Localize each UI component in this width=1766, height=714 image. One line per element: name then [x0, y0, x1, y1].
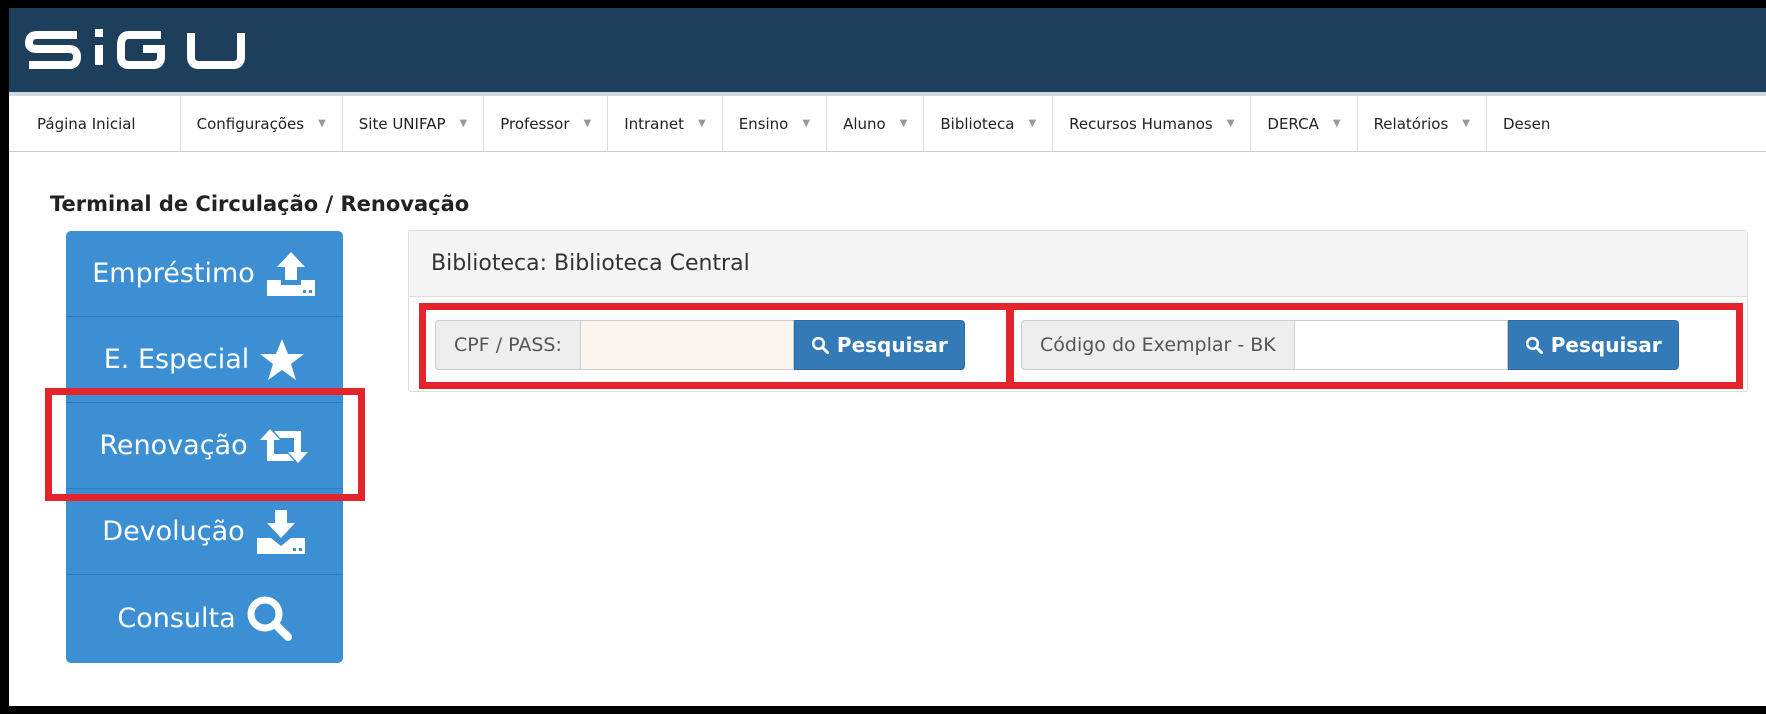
nav-label: Professor — [500, 114, 570, 133]
highlight-cpf-search — [419, 303, 1013, 389]
star-icon — [259, 338, 305, 382]
caret-down-icon: ▼ — [1028, 118, 1037, 129]
nav-label: Site UNIFAP — [358, 114, 446, 133]
caret-down-icon: ▼ — [802, 118, 811, 129]
nav-item-relatorios[interactable]: Relatórios ▼ — [1358, 96, 1487, 151]
side-item-label: E. Especial — [103, 344, 250, 375]
caret-down-icon: ▼ — [459, 118, 468, 129]
nav-item-intranet[interactable]: Intranet ▼ — [608, 96, 723, 151]
nav-item-derca[interactable]: DERCA ▼ — [1251, 96, 1358, 151]
nav-item-ensino[interactable]: Ensino ▼ — [723, 96, 828, 151]
search-icon — [246, 595, 292, 641]
nav-item-professor[interactable]: Professor ▼ — [484, 96, 609, 151]
sigu-logo[interactable] — [25, 25, 275, 73]
side-item-label: Consulta — [117, 602, 236, 634]
download-icon — [255, 509, 307, 554]
nav-label: Intranet — [624, 114, 684, 133]
nav-item-pagina-inicial[interactable]: Página Inicial — [9, 96, 181, 151]
main-nav: Página Inicial Configurações ▼ Site UNIFA… — [9, 92, 1766, 152]
side-item-consulta[interactable]: Consulta — [66, 575, 343, 661]
page-title: Terminal de Circulação / Renovação — [50, 192, 470, 216]
nav-label: Desen — [1503, 114, 1551, 133]
nav-label: Página Inicial — [37, 114, 136, 133]
nav-label: Biblioteca — [940, 114, 1015, 133]
nav-label: Configurações — [196, 114, 305, 133]
nav-label: Recursos Humanos — [1069, 114, 1213, 133]
nav-item-biblioteca[interactable]: Biblioteca ▼ — [924, 96, 1054, 151]
nav-label: Ensino — [738, 114, 789, 133]
nav-label: Relatórios — [1373, 114, 1449, 133]
caret-down-icon: ▼ — [1226, 118, 1235, 129]
nav-item-configuracoes[interactable]: Configurações ▼ — [181, 96, 343, 151]
highlight-renovacao — [45, 388, 365, 501]
caret-down-icon: ▼ — [1462, 118, 1470, 129]
app-header — [9, 8, 1766, 92]
caret-down-icon: ▼ — [899, 118, 908, 129]
highlight-exemplar-search — [1007, 303, 1743, 389]
side-item-emprestimo[interactable]: Empréstimo — [66, 231, 343, 317]
nav-item-site-unifap[interactable]: Site UNIFAP ▼ — [343, 96, 485, 151]
nav-item-recursos-humanos[interactable]: Recursos Humanos ▼ — [1053, 96, 1252, 151]
side-item-label: Empréstimo — [92, 258, 255, 289]
upload-icon — [265, 251, 317, 296]
nav-label: DERCA — [1267, 114, 1319, 133]
side-item-label: Devolução — [102, 516, 245, 547]
caret-down-icon: ▼ — [1332, 118, 1341, 129]
browser-frame: Página Inicial Configurações ▼ Site UNIFA… — [9, 8, 1766, 706]
nav-label: Aluno — [843, 114, 886, 133]
caret-down-icon: ▼ — [318, 118, 326, 129]
nav-item-desen[interactable]: Desen — [1487, 96, 1566, 151]
caret-down-icon: ▼ — [583, 118, 592, 129]
side-item-devolucao[interactable]: Devolução — [66, 489, 343, 575]
panel-heading: Biblioteca: Biblioteca Central — [409, 231, 1747, 297]
caret-down-icon: ▼ — [698, 118, 706, 129]
nav-item-aluno[interactable]: Aluno ▼ — [827, 96, 925, 151]
